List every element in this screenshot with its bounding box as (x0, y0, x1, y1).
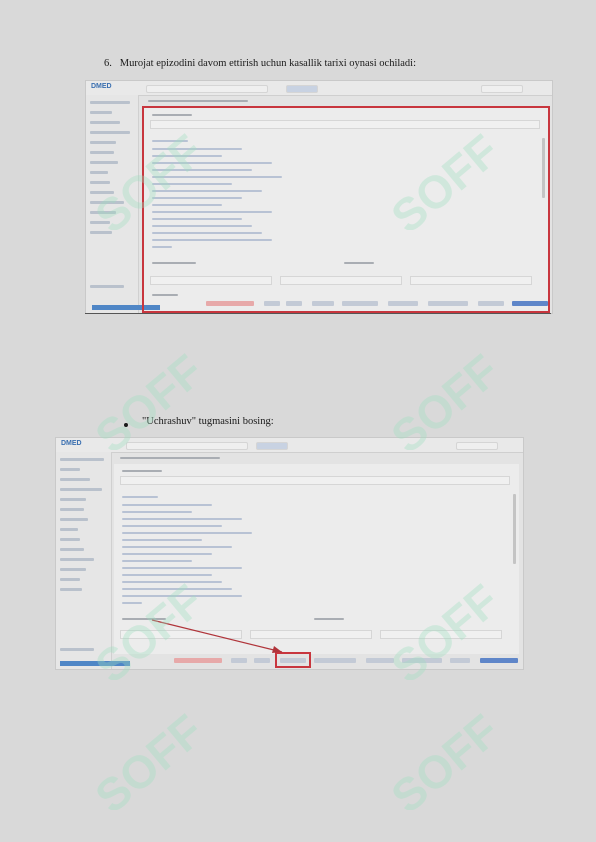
sidebar-item[interactable] (90, 141, 116, 144)
svg-text:SOFF: SOFF (381, 704, 508, 810)
step-number: 6. (104, 58, 112, 69)
app-topbar: DMED (86, 81, 552, 96)
sidebar-item[interactable] (90, 221, 110, 224)
sidebar-item[interactable] (90, 161, 118, 164)
breadcrumb (148, 100, 248, 102)
sidebar-item[interactable] (90, 111, 112, 114)
sidebar-item[interactable] (90, 211, 116, 214)
soff-watermark: SOFF (85, 344, 212, 450)
svg-text:SOFF: SOFF (85, 704, 212, 810)
svg-text:SOFF: SOFF (85, 344, 212, 450)
sidebar-item[interactable] (90, 101, 130, 104)
sidebar-item[interactable] (90, 151, 114, 154)
app-logo: DMED (91, 83, 112, 90)
bullet (124, 423, 128, 427)
sidebar-item[interactable] (90, 121, 120, 124)
sidebar-item[interactable] (90, 191, 114, 194)
screenshot-history-window: DMED (85, 80, 553, 314)
step-text: Murojat epizodini davom ettirish uchun k… (119, 58, 417, 69)
sidebar-item[interactable] (90, 201, 124, 204)
search-button[interactable] (286, 85, 318, 93)
search-bar[interactable] (146, 85, 268, 93)
svg-text:SOFF: SOFF (381, 344, 508, 450)
soff-watermark: SOFF (381, 704, 508, 810)
soff-watermark: SOFF (381, 344, 508, 450)
screenshot-appointment: DMED (55, 437, 524, 670)
pointer-arrow (151, 619, 283, 653)
user-menu[interactable] (481, 85, 523, 93)
soff-watermark: SOFF (85, 704, 212, 810)
sidebar-item[interactable] (90, 285, 124, 288)
sidebar (86, 95, 139, 313)
highlight-frame (142, 106, 550, 313)
step-caption-2: "Uchrashuv" tugmasini bosing: (142, 416, 274, 427)
divider-line (85, 313, 551, 314)
sidebar-item[interactable] (90, 231, 112, 234)
sidebar-item[interactable] (90, 181, 110, 184)
sidebar-item[interactable] (90, 171, 108, 174)
step-caption-1: 6. Murojat epizodini davom ettirish uchu… (104, 58, 416, 69)
step-text: "Uchrashuv" tugmasini bosing: (142, 416, 274, 427)
sidebar-item[interactable] (90, 131, 130, 134)
